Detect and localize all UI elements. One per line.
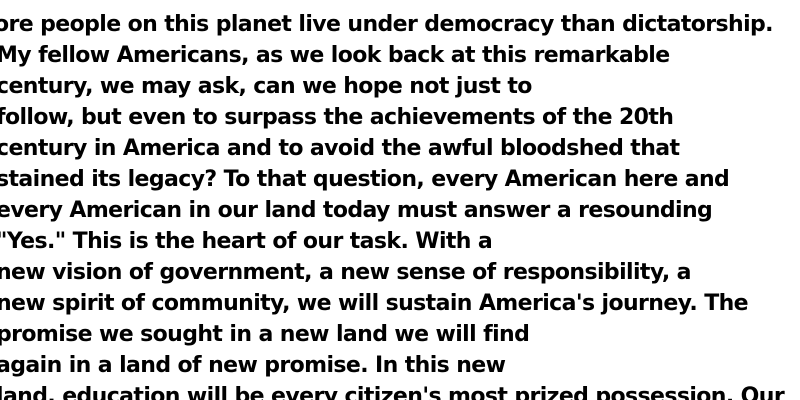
text-line: My fellow Americans, as we look back at … — [0, 43, 670, 68]
text-line: "Yes." This is the heart of our task. Wi… — [0, 229, 493, 254]
text-line: century, we may ask, can we hope not jus… — [0, 74, 532, 99]
text-line: every American in our land today must an… — [0, 198, 713, 223]
text-line: promise we sought in a new land we will … — [0, 322, 530, 347]
text-line: century in America and to avoid the awfu… — [0, 136, 680, 161]
text-line: new vision of government, a new sense of… — [0, 260, 692, 285]
text-line: new spirit of community, we will sustain… — [0, 291, 749, 316]
text-line: again in a land of new promise. In this … — [0, 353, 506, 378]
document-text-area: ore people on this planet live under dem… — [0, 0, 800, 400]
text-line: ore people on this planet live under dem… — [0, 12, 774, 37]
text-line: follow, but even to surpass the achievem… — [0, 105, 674, 130]
text-line: stained its legacy? To that question, ev… — [0, 167, 730, 192]
text-line: land, education will be every citizen's … — [0, 384, 785, 400]
